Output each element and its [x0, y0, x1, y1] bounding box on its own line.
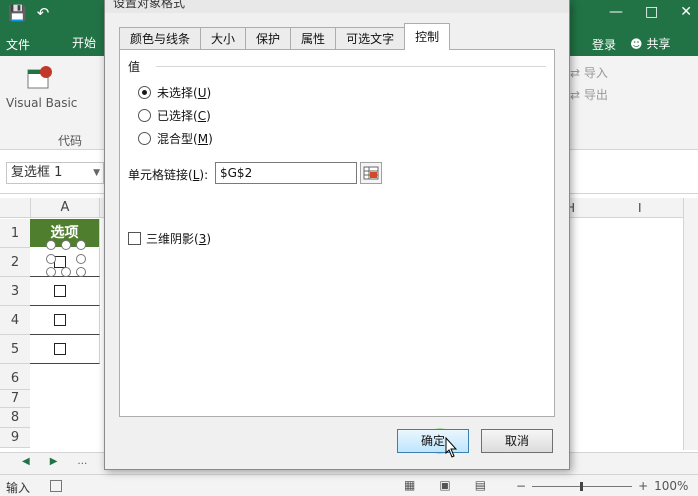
tab-colors-lines[interactable]: 颜色与线条: [119, 27, 202, 50]
row-header[interactable]: 7: [0, 390, 30, 408]
column-header-i[interactable]: I: [638, 198, 648, 218]
3d-shading-label: 三维阴影(3): [146, 232, 212, 246]
signin-link[interactable]: 登录: [592, 36, 616, 53]
sheet-next-icon[interactable]: ▶: [50, 456, 58, 467]
tab-home[interactable]: 开始: [62, 30, 106, 56]
radio-label: 未选择(U): [157, 86, 212, 100]
checkbox-control[interactable]: [54, 285, 66, 297]
zoom-level[interactable]: 100%: [654, 479, 688, 493]
export-button[interactable]: ⇄ 导出: [570, 86, 608, 103]
range-select-button[interactable]: [360, 162, 382, 184]
resize-handle[interactable]: [46, 240, 56, 250]
quick-access-toolbar: 💾 ↶: [8, 4, 49, 22]
column-header-a[interactable]: A: [30, 198, 100, 218]
resize-handle[interactable]: [76, 240, 86, 250]
control-panel: 值 未选择(U) 已选择(C) 混合型(M) 单元格链接(L): $G$2 三维…: [119, 49, 555, 417]
radio-button[interactable]: [138, 86, 151, 99]
tab-control[interactable]: 控制: [404, 23, 451, 50]
table-row[interactable]: [30, 306, 100, 335]
row-header[interactable]: 1: [0, 219, 30, 248]
radio-mixed[interactable]: 混合型(M): [138, 130, 213, 147]
radio-checked[interactable]: 已选择(C): [138, 107, 211, 124]
group-code-label: 代码: [58, 134, 83, 148]
visual-basic-icon[interactable]: [26, 64, 54, 92]
range-select-icon: [363, 166, 379, 180]
page-break-icon[interactable]: ▤: [475, 478, 486, 492]
row-header[interactable]: 5: [0, 335, 30, 364]
radio-label: 混合型(M): [157, 132, 213, 146]
sheet-navigation: ◀ ▶ …: [22, 456, 87, 467]
3d-shading-checkbox[interactable]: [128, 232, 141, 245]
section-divider: [156, 66, 546, 67]
tab-protection[interactable]: 保护: [245, 27, 292, 50]
share-label: 共享: [646, 37, 671, 51]
zoom-slider[interactable]: [532, 481, 633, 491]
row-header[interactable]: 3: [0, 277, 30, 306]
resize-handle[interactable]: [76, 254, 86, 264]
tab-properties[interactable]: 属性: [290, 27, 337, 50]
sheet-prev-icon[interactable]: ◀: [22, 456, 30, 467]
person-icon: ☻: [630, 36, 643, 51]
zoom-control: − + 100%: [516, 479, 688, 493]
minimize-icon[interactable]: —: [609, 4, 623, 20]
row-header[interactable]: 8: [0, 408, 30, 428]
cell-link-input[interactable]: $G$2: [215, 162, 357, 184]
table-row[interactable]: [30, 277, 100, 306]
row-header[interactable]: 6: [0, 364, 30, 390]
name-box-value: 复选框 1: [11, 165, 63, 180]
radio-unchecked[interactable]: 未选择(U): [138, 84, 211, 101]
checkbox-control[interactable]: [54, 314, 66, 326]
status-bar: 输入 ▦ ▣ ▤ − + 100%: [0, 474, 698, 496]
resize-handle[interactable]: [61, 267, 71, 277]
page-layout-icon[interactable]: ▣: [439, 478, 450, 492]
share-button[interactable]: ☻ 共享: [630, 35, 671, 52]
cell-link-label: 单元格链接(L):: [128, 168, 209, 182]
zoom-in-icon[interactable]: +: [638, 479, 648, 493]
tab-file[interactable]: 文件: [6, 36, 30, 53]
status-mode: 输入: [6, 481, 31, 495]
row-header[interactable]: 4: [0, 306, 30, 335]
cancel-button[interactable]: 取消: [481, 429, 553, 453]
radio-label: 已选择(C): [157, 109, 211, 123]
visual-basic-label[interactable]: Visual Basic: [6, 96, 77, 110]
zoom-thumb[interactable]: [580, 481, 584, 491]
name-box[interactable]: 复选框 1 ▼: [6, 162, 104, 184]
view-buttons: ▦ ▣ ▤: [404, 478, 486, 492]
resize-handle[interactable]: [76, 267, 86, 277]
undo-icon[interactable]: ↶: [37, 4, 50, 22]
tab-size[interactable]: 大小: [200, 27, 247, 50]
mouse-cursor-icon: [445, 437, 458, 458]
maximize-icon[interactable]: □: [645, 4, 658, 20]
table-row[interactable]: [30, 335, 100, 364]
import-label: 导入: [583, 66, 608, 80]
chevron-down-icon[interactable]: ▼: [93, 163, 100, 183]
dialog-title[interactable]: 设置对象格式: [105, 0, 569, 13]
dialog-tabs: 颜色与线条 大小 保护 属性 可选文字 控制: [119, 23, 451, 50]
value-section-title: 值: [128, 60, 141, 74]
row-header[interactable]: 9: [0, 428, 30, 448]
tab-alt-text[interactable]: 可选文字: [335, 27, 406, 50]
row-header[interactable]: 2: [0, 248, 30, 277]
normal-view-icon[interactable]: ▦: [404, 478, 415, 492]
resize-handle[interactable]: [61, 240, 71, 250]
format-control-dialog: 设置对象格式 颜色与线条 大小 保护 属性 可选文字 控制 值 未选择(U) 已…: [104, 0, 570, 470]
sheet-more-icon[interactable]: …: [77, 456, 87, 467]
resize-handle[interactable]: [46, 267, 56, 277]
macro-record-icon[interactable]: [50, 480, 62, 492]
checkbox-control[interactable]: [54, 343, 66, 355]
save-icon[interactable]: 💾: [8, 4, 27, 22]
vertical-scrollbar[interactable]: [683, 198, 698, 450]
3d-shading-option[interactable]: 三维阴影(3): [128, 230, 211, 247]
import-button[interactable]: ⇄ 导入: [570, 64, 608, 81]
resize-handle[interactable]: [46, 254, 56, 264]
radio-button[interactable]: [138, 132, 151, 145]
window-controls: — □ ✕: [609, 4, 692, 20]
export-label: 导出: [583, 88, 608, 102]
zoom-out-icon[interactable]: −: [516, 479, 526, 493]
close-icon[interactable]: ✕: [680, 4, 692, 20]
radio-button[interactable]: [138, 109, 151, 122]
